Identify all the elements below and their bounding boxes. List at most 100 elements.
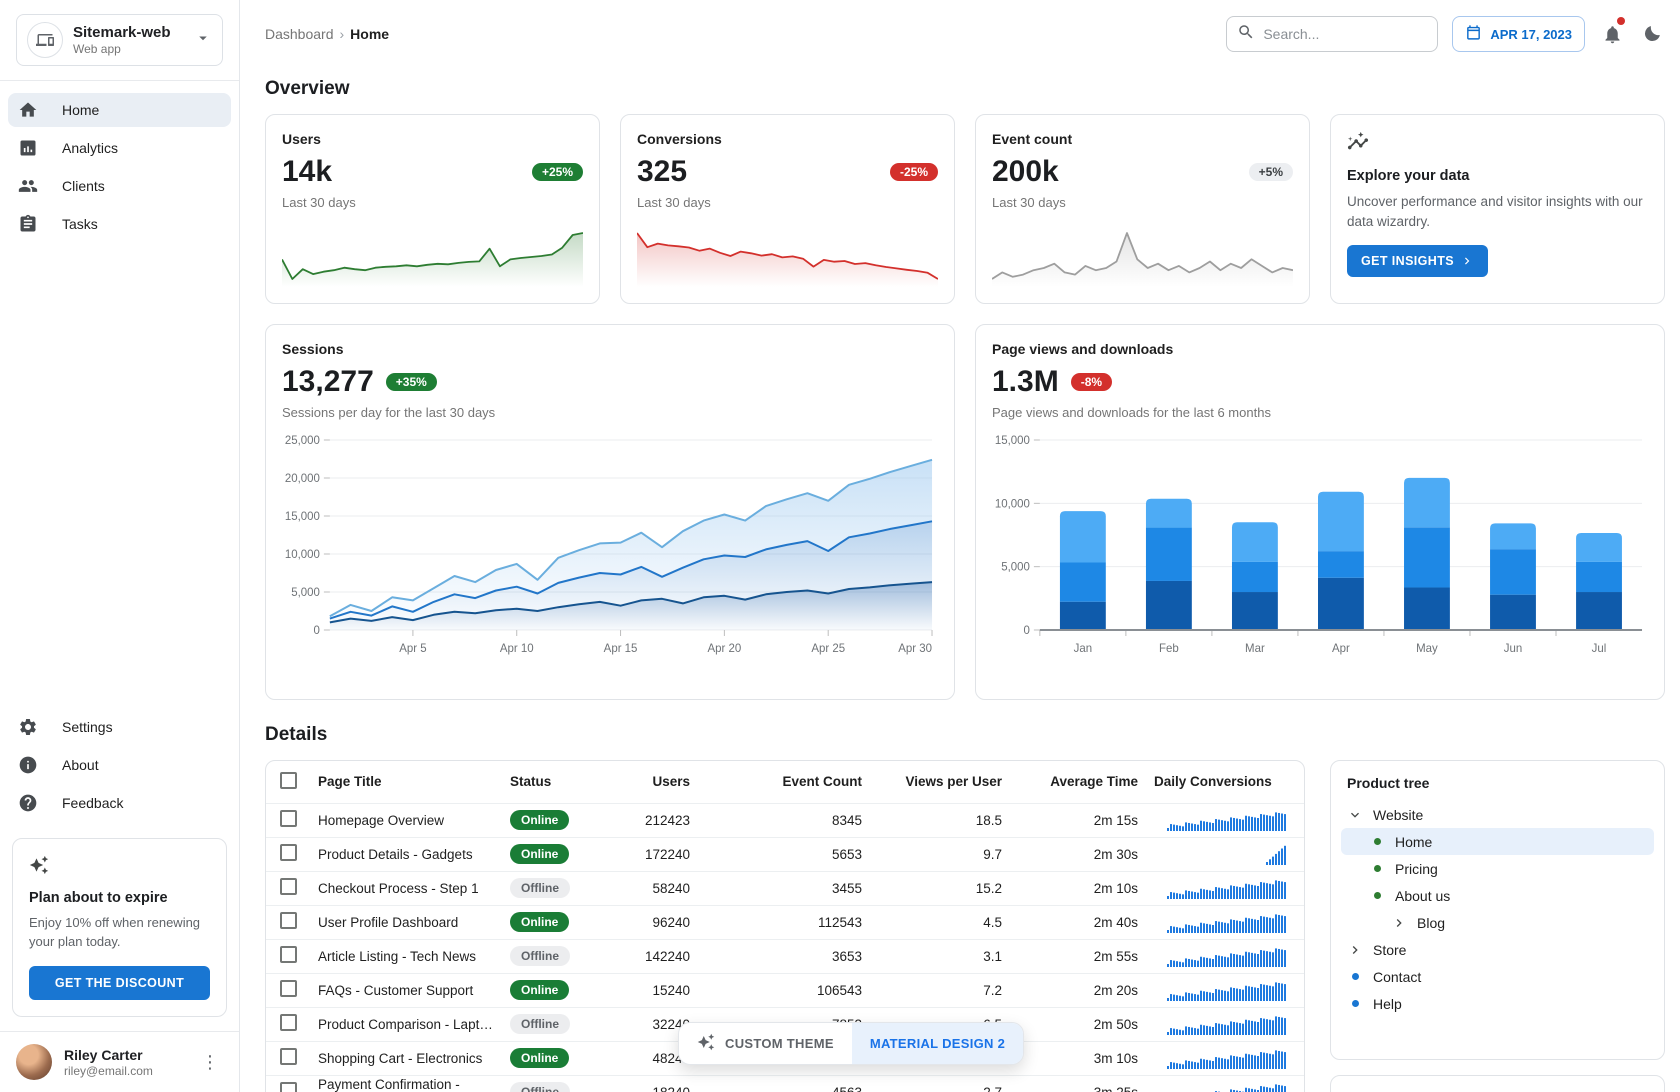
column-header-views-per-user[interactable]: Views per User bbox=[870, 761, 1010, 803]
status-cell: Offline bbox=[502, 1075, 590, 1092]
search-box bbox=[1226, 16, 1438, 52]
notifications-bell-icon[interactable] bbox=[1599, 21, 1625, 47]
status-cell: Online bbox=[502, 1041, 590, 1075]
breadcrumb: Dashboard › Home bbox=[265, 26, 389, 42]
notification-badge bbox=[1617, 17, 1625, 25]
svg-text:May: May bbox=[1416, 643, 1438, 655]
tree-item-website[interactable]: Website bbox=[1341, 801, 1654, 828]
kebab-menu-icon[interactable]: ⋮ bbox=[197, 1049, 223, 1075]
daily-conversions-cell bbox=[1146, 803, 1305, 837]
page-title-cell: Product Comparison - Lapt… bbox=[310, 1007, 502, 1041]
column-header-average-time[interactable]: Average Time bbox=[1010, 761, 1146, 803]
svg-text:10,000: 10,000 bbox=[285, 549, 320, 561]
product-tree: WebsiteHomePricingAbout usBlogStoreConta… bbox=[1341, 801, 1654, 1017]
plan-title: Plan about to expire bbox=[29, 890, 210, 906]
theme-option-material-design-2[interactable]: MATERIAL DESIGN 2 bbox=[852, 1023, 1023, 1064]
sidebar-item-feedback[interactable]: Feedback bbox=[8, 786, 231, 820]
sidebar-item-settings[interactable]: Settings bbox=[8, 710, 231, 744]
row-checkbox[interactable] bbox=[280, 1082, 297, 1092]
dot-green bbox=[1374, 892, 1381, 899]
stat-card-value: 325 bbox=[637, 155, 687, 189]
views-per-user-cell: 15.2 bbox=[870, 871, 1010, 905]
tree-item-store[interactable]: Store bbox=[1341, 936, 1654, 963]
row-checkbox[interactable] bbox=[280, 912, 297, 929]
column-header-status[interactable]: Status bbox=[502, 761, 590, 803]
theme-option-custom-theme[interactable]: CUSTOM THEME bbox=[679, 1023, 852, 1064]
workspace-name: Sitemark-web bbox=[73, 24, 194, 41]
stat-value-row: 325-25% bbox=[637, 155, 938, 189]
column-header-users[interactable]: Users bbox=[590, 761, 698, 803]
svg-text:15,000: 15,000 bbox=[285, 511, 320, 523]
row-checkbox[interactable] bbox=[280, 878, 297, 895]
row-checkbox[interactable] bbox=[280, 810, 297, 827]
app-root: Sitemark-web Web app Home Analytics Client… bbox=[0, 0, 1680, 1092]
svg-text:0: 0 bbox=[1024, 625, 1030, 637]
average-time-cell: 2m 40s bbox=[1010, 905, 1146, 939]
column-header-page-title[interactable]: Page Title bbox=[310, 761, 502, 803]
views-per-user-cell: 18.5 bbox=[870, 803, 1010, 837]
tree-item-about-us[interactable]: About us bbox=[1341, 882, 1654, 909]
svg-text:5,000: 5,000 bbox=[291, 587, 320, 599]
stat-card-value: 14k bbox=[282, 155, 332, 189]
views-per-user-cell: 9.7 bbox=[870, 837, 1010, 871]
get-insights-button[interactable]: GET INSIGHTS bbox=[1347, 245, 1488, 277]
workspace-text: Sitemark-web Web app bbox=[73, 24, 194, 56]
row-checkbox[interactable] bbox=[280, 980, 297, 997]
stat-value-row: 200k+5% bbox=[992, 155, 1293, 189]
users-cell: 142240 bbox=[590, 939, 698, 973]
workspace-select[interactable]: Sitemark-web Web app bbox=[16, 14, 223, 66]
tree-item-home[interactable]: Home bbox=[1341, 828, 1654, 855]
row-checkbox[interactable] bbox=[280, 1014, 297, 1031]
about-icon bbox=[18, 755, 38, 775]
sidebar-item-label: Tasks bbox=[62, 216, 98, 232]
column-header-daily-conversions[interactable]: Daily Conversions bbox=[1146, 761, 1305, 803]
daily-conversions-sparkline bbox=[1166, 1013, 1288, 1035]
sidebar-item-home[interactable]: Home bbox=[8, 93, 231, 127]
daily-conversions-sparkline bbox=[1166, 1081, 1288, 1092]
svg-text:10,000: 10,000 bbox=[995, 498, 1030, 510]
average-time-cell: 3m 25s bbox=[1010, 1075, 1146, 1092]
average-time-cell: 3m 10s bbox=[1010, 1041, 1146, 1075]
tree-item-contact[interactable]: Contact bbox=[1341, 963, 1654, 990]
row-checkbox[interactable] bbox=[280, 1048, 297, 1065]
tree-dot bbox=[1369, 861, 1385, 877]
select-all-checkbox[interactable] bbox=[280, 772, 297, 789]
explore-body: Uncover performance and visitor insights… bbox=[1347, 192, 1648, 233]
breadcrumb-separator-icon: › bbox=[340, 26, 345, 42]
search-input[interactable] bbox=[1263, 26, 1427, 42]
row-checkbox[interactable] bbox=[280, 946, 297, 963]
sidebar-item-tasks[interactable]: Tasks bbox=[8, 207, 231, 241]
trend-chip: +25% bbox=[532, 163, 583, 181]
status-cell: Online bbox=[502, 837, 590, 871]
row-checkbox[interactable] bbox=[280, 844, 297, 861]
sidebar-item-about[interactable]: About bbox=[8, 748, 231, 782]
tree-dot bbox=[1347, 996, 1363, 1012]
sidebar-item-analytics[interactable]: Analytics bbox=[8, 131, 231, 165]
breadcrumb-dashboard[interactable]: Dashboard bbox=[265, 26, 334, 42]
dark-mode-moon-icon[interactable] bbox=[1639, 21, 1665, 47]
tree-item-help[interactable]: Help bbox=[1341, 990, 1654, 1017]
tree-dot bbox=[1369, 888, 1385, 904]
get-discount-button[interactable]: GET THE DISCOUNT bbox=[29, 966, 210, 1000]
status-cell: Online bbox=[502, 905, 590, 939]
tree-dot bbox=[1369, 834, 1385, 850]
stat-card-conversions: Conversions325-25%Last 30 days bbox=[620, 114, 955, 304]
explore-title: Explore your data bbox=[1347, 168, 1648, 184]
analytics-icon bbox=[18, 138, 38, 158]
tree-item-label: Help bbox=[1373, 996, 1402, 1012]
svg-text:Apr: Apr bbox=[1332, 643, 1350, 655]
tree-item-blog[interactable]: Blog bbox=[1341, 909, 1654, 936]
tree-dot bbox=[1347, 969, 1363, 985]
sidebar-item-clients[interactable]: Clients bbox=[8, 169, 231, 203]
date-picker-button[interactable]: APR 17, 2023 bbox=[1452, 16, 1585, 52]
table-row: User Profile DashboardOnline962401125434… bbox=[266, 905, 1305, 939]
status-badge: Online bbox=[510, 810, 569, 830]
stat-card-caption: Last 30 days bbox=[282, 195, 583, 210]
tree-item-pricing[interactable]: Pricing bbox=[1341, 855, 1654, 882]
status-badge: Online bbox=[510, 980, 569, 1000]
svg-text:Mar: Mar bbox=[1245, 643, 1265, 655]
conversions-spark bbox=[637, 223, 938, 287]
user-name: Riley Carter bbox=[64, 1047, 197, 1063]
column-header-event-count[interactable]: Event Count bbox=[698, 761, 870, 803]
chevron-right-icon bbox=[1347, 942, 1363, 958]
